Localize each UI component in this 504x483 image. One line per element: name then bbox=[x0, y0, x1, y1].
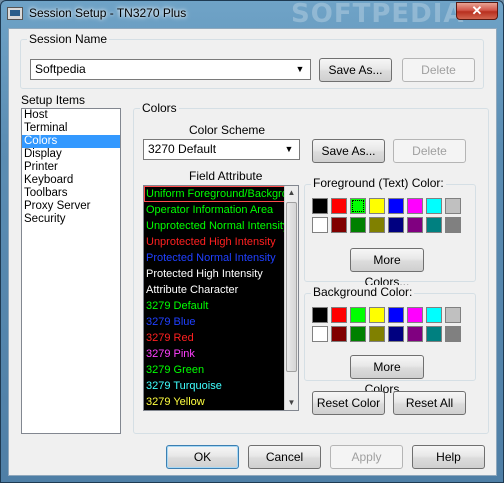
background-color-swatch[interactable] bbox=[312, 326, 328, 342]
field-attribute-item[interactable]: 3279 Blue bbox=[144, 314, 298, 330]
field-attribute-list[interactable]: Uniform Foreground/Background Operator In… bbox=[143, 185, 299, 411]
background-color-swatch[interactable] bbox=[445, 307, 461, 323]
foreground-color-swatch[interactable] bbox=[312, 217, 328, 233]
field-attribute-item[interactable]: Protected Normal Intensity bbox=[144, 250, 298, 266]
bg-more-colors-button[interactable]: More Colors... bbox=[350, 355, 424, 396]
foreground-color-swatch[interactable] bbox=[331, 198, 347, 214]
field-attribute-item[interactable]: Operator Information Area bbox=[144, 202, 298, 218]
field-attribute-item[interactable]: Unprotected High Intensity bbox=[144, 234, 298, 250]
background-color-swatch[interactable] bbox=[426, 307, 442, 323]
setup-item-colors[interactable]: Colors bbox=[22, 135, 120, 148]
background-color-swatch[interactable] bbox=[445, 326, 461, 342]
foreground-color-swatch[interactable] bbox=[445, 198, 461, 214]
foreground-palette bbox=[312, 198, 461, 233]
foreground-color-swatch[interactable] bbox=[369, 198, 385, 214]
scroll-thumb[interactable] bbox=[286, 202, 297, 372]
chevron-down-icon: ▼ bbox=[284, 144, 294, 154]
scheme-save-as-button[interactable]: Save As... bbox=[312, 139, 385, 163]
background-color-swatch[interactable] bbox=[350, 307, 366, 323]
field-attribute-item[interactable]: 3279 Pink bbox=[144, 346, 298, 362]
session-name-value: Softpedia bbox=[35, 62, 86, 76]
background-color-label: Background Color: bbox=[311, 285, 415, 299]
background-color-swatch[interactable] bbox=[350, 326, 366, 342]
attribute-scrollbar[interactable]: ▲ ▼ bbox=[284, 186, 298, 410]
fg-more-colors-button[interactable]: More Colors... bbox=[350, 248, 424, 289]
field-attribute-item[interactable]: Unprotected Normal Intensity bbox=[144, 218, 298, 234]
setup-item-host[interactable]: Host bbox=[22, 109, 120, 122]
field-attribute-item[interactable]: Protected High Intensity bbox=[144, 266, 298, 282]
setup-item-keyboard[interactable]: Keyboard bbox=[22, 174, 120, 187]
field-attribute-item[interactable]: 3279 Turquoise bbox=[144, 378, 298, 394]
field-attribute-item[interactable]: 3279 Red bbox=[144, 330, 298, 346]
window-title: Session Setup - TN3270 Plus bbox=[29, 6, 187, 20]
setup-items-label: Setup Items bbox=[21, 93, 86, 107]
foreground-color-swatch[interactable] bbox=[312, 198, 328, 214]
apply-button[interactable]: Apply bbox=[330, 445, 403, 469]
scroll-up-icon[interactable]: ▲ bbox=[285, 186, 298, 200]
close-button[interactable]: ✕ bbox=[456, 2, 498, 20]
session-delete-button[interactable]: Delete bbox=[402, 58, 475, 82]
setup-item-printer[interactable]: Printer bbox=[22, 161, 120, 174]
foreground-color-label: Foreground (Text) Color: bbox=[311, 176, 446, 190]
help-button[interactable]: Help bbox=[412, 445, 485, 469]
setup-item-terminal[interactable]: Terminal bbox=[22, 122, 120, 135]
background-color-swatch[interactable] bbox=[388, 307, 404, 323]
field-attribute-label: Field Attribute bbox=[189, 169, 263, 183]
foreground-color-swatch[interactable] bbox=[388, 198, 404, 214]
background-color-swatch[interactable] bbox=[426, 326, 442, 342]
foreground-color-swatch[interactable] bbox=[369, 217, 385, 233]
field-attribute-item[interactable]: 3279 Default bbox=[144, 298, 298, 314]
setup-item-display[interactable]: Display bbox=[22, 148, 120, 161]
scheme-delete-button[interactable]: Delete bbox=[393, 139, 466, 163]
session-name-select[interactable]: Softpedia ▼ bbox=[30, 59, 311, 80]
foreground-color-swatch[interactable] bbox=[426, 217, 442, 233]
foreground-color-swatch[interactable] bbox=[426, 198, 442, 214]
session-name-label: Session Name bbox=[27, 32, 110, 46]
setup-item-security[interactable]: Security bbox=[22, 213, 120, 226]
scroll-down-icon[interactable]: ▼ bbox=[285, 396, 298, 410]
foreground-color-swatch[interactable] bbox=[407, 198, 423, 214]
background-color-swatch[interactable] bbox=[388, 326, 404, 342]
session-save-as-button[interactable]: Save As... bbox=[319, 58, 392, 82]
field-attribute-item[interactable]: 3279 Green bbox=[144, 362, 298, 378]
setup-item-toolbars[interactable]: Toolbars bbox=[22, 187, 120, 200]
dialog-window: Session Setup - TN3270 Plus SOFTPEDIA ✕ … bbox=[0, 0, 504, 483]
color-scheme-select[interactable]: 3270 Default ▼ bbox=[143, 139, 300, 160]
background-color-swatch[interactable] bbox=[407, 307, 423, 323]
softpedia-watermark: SOFTPEDIA bbox=[291, 0, 465, 29]
setup-items-list[interactable]: Host Terminal Colors Display Printer Keyboard… bbox=[21, 108, 121, 434]
app-terminal-icon bbox=[7, 7, 23, 20]
field-attribute-item[interactable]: Uniform Foreground/Background bbox=[144, 186, 298, 202]
field-attribute-item[interactable]: Attribute Character bbox=[144, 282, 298, 298]
background-color-swatch[interactable] bbox=[369, 326, 385, 342]
color-scheme-value: 3270 Default bbox=[148, 142, 217, 156]
cancel-button[interactable]: Cancel bbox=[248, 445, 321, 469]
foreground-color-swatch[interactable] bbox=[407, 217, 423, 233]
field-attribute-item[interactable]: 3279 Yellow bbox=[144, 394, 298, 410]
background-color-swatch[interactable] bbox=[369, 307, 385, 323]
background-color-swatch[interactable] bbox=[331, 326, 347, 342]
chevron-down-icon: ▼ bbox=[295, 64, 305, 74]
colors-group-label: Colors bbox=[140, 101, 179, 115]
color-scheme-label: Color Scheme bbox=[189, 123, 266, 137]
background-color-swatch[interactable] bbox=[312, 307, 328, 323]
reset-color-button[interactable]: Reset Color bbox=[312, 391, 385, 415]
reset-all-button[interactable]: Reset All bbox=[393, 391, 466, 415]
ok-button[interactable]: OK bbox=[166, 445, 239, 469]
foreground-color-swatch[interactable] bbox=[350, 217, 366, 233]
foreground-color-swatch[interactable] bbox=[350, 198, 366, 214]
foreground-color-swatch[interactable] bbox=[388, 217, 404, 233]
foreground-color-swatch[interactable] bbox=[445, 217, 461, 233]
background-palette bbox=[312, 307, 461, 342]
foreground-color-swatch[interactable] bbox=[331, 217, 347, 233]
title-bar[interactable]: Session Setup - TN3270 Plus SOFTPEDIA ✕ bbox=[1, 0, 503, 29]
setup-item-proxy-server[interactable]: Proxy Server bbox=[22, 200, 120, 213]
background-color-swatch[interactable] bbox=[407, 326, 423, 342]
background-color-swatch[interactable] bbox=[331, 307, 347, 323]
dialog-body: Session Name Softpedia ▼ Save As... Dele… bbox=[8, 28, 497, 476]
